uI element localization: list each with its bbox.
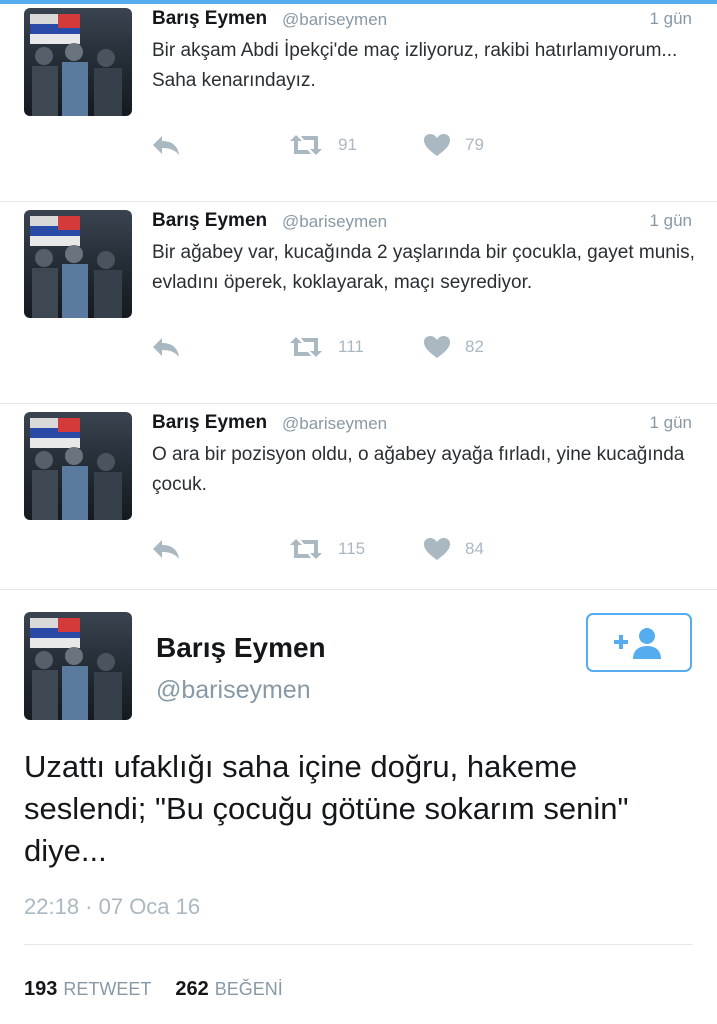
- heart-icon: [424, 134, 450, 156]
- crowd-graphic: [32, 43, 122, 116]
- tweet-text: O ara bir pozisyon oldu, o ağabey ayağa …: [152, 444, 685, 495]
- author-name[interactable]: Barış Eymen: [152, 412, 267, 434]
- crowd-graphic: [32, 245, 122, 318]
- crowd-graphic: [32, 647, 122, 720]
- like-total[interactable]: 262: [175, 978, 208, 1001]
- tweet-time[interactable]: 1 gün: [649, 9, 692, 29]
- tweet-item[interactable]: Barış Eymen @bariseymen 1 gün Bir ağabey…: [0, 202, 717, 404]
- tweet-item[interactable]: Barış Eymen @bariseymen 1 gün O ara bir …: [0, 404, 717, 590]
- avatar[interactable]: [24, 8, 132, 116]
- reply-icon: [153, 540, 179, 559]
- reply-icon: [153, 136, 179, 155]
- avatar[interactable]: [24, 412, 132, 520]
- author-handle[interactable]: @bariseymen: [156, 676, 311, 705]
- retweet-count: 115: [338, 539, 366, 558]
- heart-icon: [424, 538, 450, 560]
- main-tweet-text: Uzattı ufaklığı saha içine doğru, hakeme…: [24, 749, 629, 868]
- reply-icon: [153, 338, 179, 357]
- tweet-item[interactable]: Barış Eymen @bariseymen 1 gün Bir akşam …: [0, 0, 717, 202]
- retweet-count: 111: [338, 337, 364, 356]
- avatar[interactable]: [24, 612, 132, 720]
- author-name[interactable]: Barış Eymen: [152, 210, 267, 232]
- crowd-graphic: [32, 447, 122, 520]
- heart-icon: [424, 336, 450, 358]
- retweet-icon: [290, 539, 322, 559]
- like-button[interactable]: 82: [423, 332, 484, 362]
- author-handle[interactable]: @bariseymen: [282, 10, 387, 30]
- tweet-actions: 91 79: [150, 130, 550, 160]
- tweet-time[interactable]: 1 gün: [649, 211, 692, 231]
- avatar[interactable]: [24, 210, 132, 318]
- author-handle[interactable]: @bariseymen: [282, 212, 387, 232]
- retweet-icon: [290, 135, 322, 155]
- tweet-time[interactable]: 1 gün: [649, 413, 692, 433]
- tweet-actions: 111 82: [150, 332, 550, 362]
- retweet-count: 91: [338, 135, 357, 154]
- author-name[interactable]: Barış Eymen: [152, 8, 267, 30]
- retweet-button[interactable]: 111: [288, 332, 364, 362]
- like-button[interactable]: 84: [423, 534, 484, 564]
- tweet-text: Bir ağabey var, kucağında 2 yaşlarında b…: [152, 242, 695, 293]
- retweet-icon: [290, 337, 322, 357]
- author-handle[interactable]: @bariseymen: [282, 414, 387, 434]
- main-tweet-timestamp[interactable]: 22:18 · 07 Oca 16: [24, 894, 200, 920]
- main-tweet: Barış Eymen @bariseymen Uzattı ufaklığı …: [0, 592, 717, 1024]
- like-count: 79: [465, 135, 484, 154]
- like-label[interactable]: BEĞENİ: [215, 979, 283, 1000]
- like-button[interactable]: 79: [423, 130, 484, 160]
- like-count: 82: [465, 337, 484, 356]
- like-count: 84: [465, 539, 484, 558]
- follow-button[interactable]: [586, 613, 692, 672]
- tweet-stats: 193 RETWEET 262 BEĞENİ: [24, 978, 283, 1001]
- follow-user-icon: [614, 627, 661, 659]
- reply-button[interactable]: [150, 534, 182, 564]
- retweet-total[interactable]: 193: [24, 978, 57, 1001]
- author-name[interactable]: Barış Eymen: [156, 632, 326, 664]
- divider: [24, 944, 693, 945]
- tweet-actions: 115 84: [150, 534, 550, 564]
- retweet-button[interactable]: 115: [288, 534, 365, 564]
- retweet-label[interactable]: RETWEET: [63, 979, 151, 1000]
- reply-button[interactable]: [150, 332, 182, 362]
- reply-button[interactable]: [150, 130, 182, 160]
- tweet-text: Bir akşam Abdi İpekçi'de maç izliyoruz, …: [152, 40, 678, 91]
- retweet-button[interactable]: 91: [288, 130, 357, 160]
